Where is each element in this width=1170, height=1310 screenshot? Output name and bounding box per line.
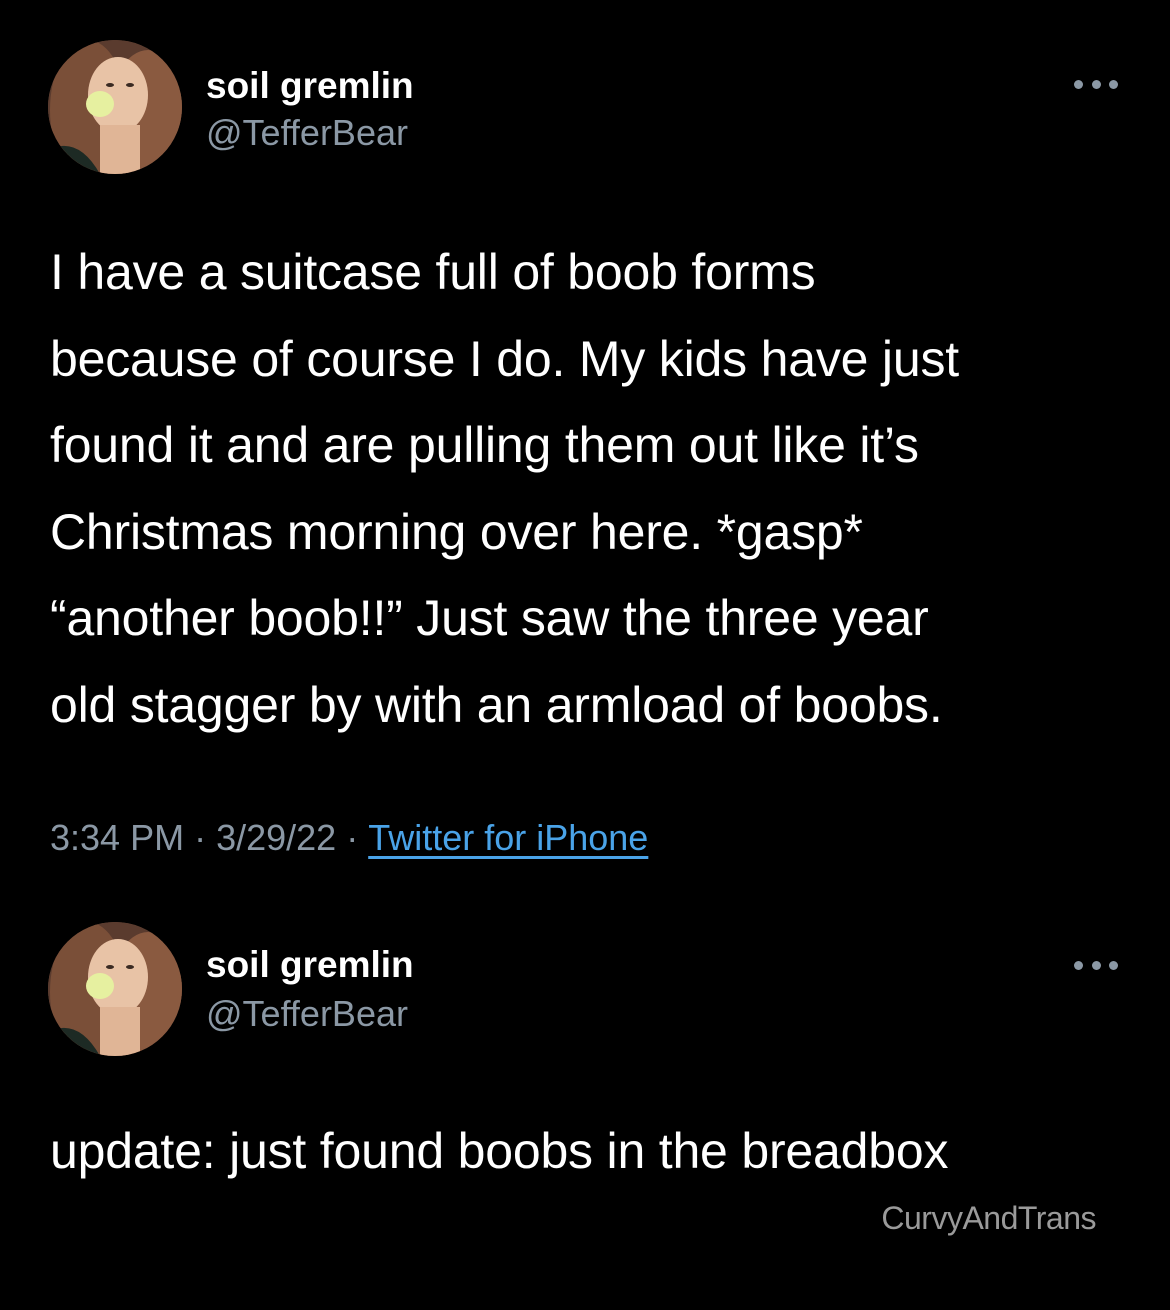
meta-separator: · (194, 817, 207, 858)
tweet-text: update: just found boobs in the breadbox (50, 1123, 949, 1179)
meta-separator: · (346, 817, 359, 858)
avatar-photo (48, 922, 182, 1056)
tweet-source-link[interactable]: Twitter for iPhone (368, 817, 648, 858)
display-name[interactable]: soil gremlin (206, 943, 414, 987)
user-handle[interactable]: @TefferBear (206, 992, 408, 1036)
tweet: soil gremlin @TefferBear I have a suitca… (0, 0, 1170, 880)
tweet-date: 3/29/22 (216, 817, 337, 858)
tweet-time: 3:34 PM (50, 817, 185, 858)
user-handle[interactable]: @TefferBear (206, 111, 408, 155)
avatar[interactable] (48, 922, 182, 1056)
more-horizontal-icon[interactable] (1074, 953, 1118, 977)
avatar[interactable] (48, 40, 182, 174)
tweet-metadata: 3:34 PM · 3/29/22 · Twitter for iPhone (50, 814, 648, 862)
watermark: CurvyAndTrans (881, 1200, 1096, 1236)
more-horizontal-icon[interactable] (1074, 72, 1118, 96)
tweet: soil gremlin @TefferBear update: just fo… (0, 880, 1170, 1310)
avatar-photo (48, 40, 182, 174)
display-name[interactable]: soil gremlin (206, 64, 414, 108)
tweet-text: I have a suitcase full of boob forms bec… (50, 244, 959, 733)
